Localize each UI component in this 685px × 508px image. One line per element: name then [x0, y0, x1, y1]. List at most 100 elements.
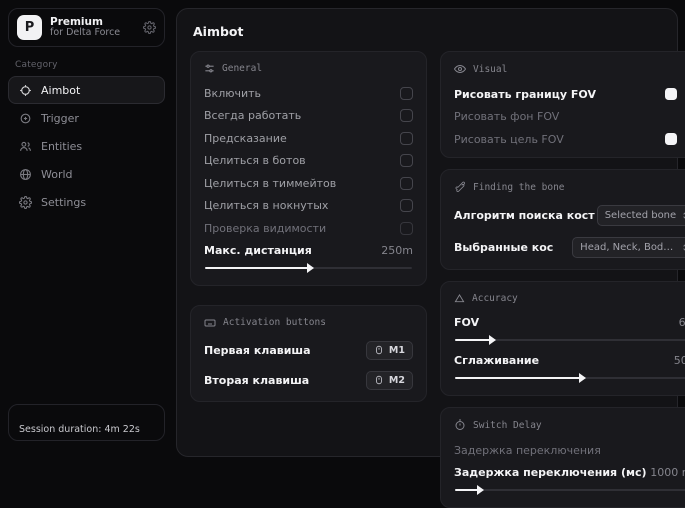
- first-key-button[interactable]: M1: [366, 341, 413, 360]
- slider-thumb[interactable]: [477, 485, 484, 495]
- option-row: Всегда работать: [204, 109, 413, 123]
- sidebar-item-label: Entities: [41, 140, 82, 153]
- slider-track: [455, 489, 685, 491]
- selected-bones-select[interactable]: Head, Neck, Body, Pe..: [572, 237, 685, 258]
- option-label: Целиться в тиммейтов: [204, 177, 336, 190]
- option-label: Рисовать цель FOV: [454, 133, 564, 146]
- slider-value: 1000 ms: [650, 466, 685, 479]
- category-label: Category: [15, 60, 165, 70]
- slider-label: FOV: [454, 316, 479, 329]
- settings-gear-icon[interactable]: [143, 21, 156, 34]
- target-teammates-checkbox[interactable]: [400, 177, 413, 190]
- slider-label-row: Макс. дистанция 250m: [204, 244, 413, 257]
- eye-icon: [454, 63, 466, 75]
- slider-fill: [455, 377, 581, 379]
- bone-algorithm-select[interactable]: Selected bone: [597, 205, 685, 226]
- general-card: General Включить Всегда работать Предска…: [190, 51, 427, 286]
- fov-slider[interactable]: [455, 336, 685, 344]
- mouse-icon: [374, 375, 384, 385]
- enable-checkbox[interactable]: [400, 87, 413, 100]
- sidebar-item-trigger[interactable]: Trigger: [8, 104, 165, 132]
- sidebar-item-label: Aimbot: [41, 84, 80, 97]
- dropdown-row: Алгоритм поиска кост Selected bone: [454, 205, 685, 226]
- keybind-label: Вторая клавиша: [204, 374, 309, 387]
- switch-delay-slider[interactable]: [455, 486, 685, 494]
- entities-icon: [19, 140, 32, 153]
- sidebar-item-aimbot[interactable]: Aimbot: [8, 76, 165, 104]
- slider-fill: [455, 489, 479, 491]
- slider-fill: [455, 339, 491, 341]
- sidebar-item-world[interactable]: World: [8, 160, 165, 188]
- card-header-label: Accuracy: [472, 293, 518, 304]
- dropdown-label: Алгоритм поиска кост: [454, 209, 595, 222]
- gear-icon: [19, 196, 32, 209]
- dropdown-row: Выбранные кос Head, Neck, Body, Pe..: [454, 237, 685, 258]
- session-box: Session duration: 4m 22s: [8, 404, 165, 441]
- slider-thumb[interactable]: [307, 263, 314, 273]
- switch-delay-card-header: Switch Delay: [454, 419, 685, 431]
- slider-label-row: FOV 60°: [454, 316, 685, 329]
- second-key-button[interactable]: M2: [366, 371, 413, 390]
- target-bots-checkbox[interactable]: [400, 154, 413, 167]
- keybind-label: Первая клавиша: [204, 344, 311, 357]
- option-label: Рисовать границу FOV: [454, 88, 596, 101]
- slider-thumb[interactable]: [579, 373, 586, 383]
- bone-icon: [454, 181, 466, 193]
- option-label: Рисовать фон FOV: [454, 110, 559, 123]
- fov-target-color-swatch[interactable]: [665, 133, 677, 145]
- option-row: Задержка переключения: [454, 443, 685, 457]
- card-header-label: Switch Delay: [473, 420, 542, 431]
- sidebar-item-label: Trigger: [41, 112, 79, 125]
- slider-label: Задержка переключения (мс): [454, 466, 647, 479]
- option-row: Предсказание: [204, 131, 413, 145]
- card-header-label: Visual: [473, 64, 507, 75]
- option-row: Рисовать фон FOV: [454, 110, 685, 124]
- key-label: M2: [389, 375, 405, 386]
- keybind-row: Первая клавиша M1: [204, 341, 413, 360]
- bone-card: Finding the bone Алгоритм поиска кост Se…: [440, 169, 685, 270]
- max-distance-slider[interactable]: [205, 264, 412, 272]
- dropdown-label: Выбранные кос: [454, 241, 570, 254]
- target-knocked-checkbox[interactable]: [400, 199, 413, 212]
- premium-subtitle: for Delta Force: [50, 28, 135, 39]
- keyboard-icon: [204, 317, 216, 329]
- card-header-label: Activation buttons: [223, 317, 326, 328]
- option-row: Включить: [204, 86, 413, 100]
- option-row: Проверка видимости: [204, 221, 413, 235]
- sidebar-item-settings[interactable]: Settings: [8, 188, 165, 216]
- slider-label-row: Задержка переключения (мс) 1000 ms: [454, 466, 685, 479]
- app-logo: P: [17, 15, 42, 40]
- visual-card-header: Visual: [454, 63, 685, 75]
- option-row: Рисовать цель FOV: [454, 132, 685, 146]
- option-row: Целиться в ботов: [204, 154, 413, 168]
- slider-label-row: Сглаживание 50%: [454, 354, 685, 367]
- main-panel: Aimbot General Включить Всегда работать: [176, 8, 678, 457]
- crosshair-icon: [19, 84, 32, 97]
- option-label: Включить: [204, 87, 261, 100]
- option-label: Всегда работать: [204, 109, 301, 122]
- smoothing-slider[interactable]: [455, 374, 685, 382]
- accuracy-card: Accuracy FOV 60° Сглаживание 50%: [440, 281, 685, 396]
- session-duration: Session duration: 4m 22s: [19, 424, 140, 435]
- always-work-checkbox[interactable]: [400, 109, 413, 122]
- stopwatch-icon: [454, 419, 466, 431]
- activation-card: Activation buttons Первая клавиша M1 Вто…: [190, 305, 427, 402]
- keybind-row: Вторая клавиша M2: [204, 371, 413, 390]
- dropdown-value: Head, Neck, Body, Pe..: [580, 242, 676, 253]
- prediction-checkbox[interactable]: [400, 132, 413, 145]
- sidebar-item-entities[interactable]: Entities: [8, 132, 165, 160]
- key-label: M1: [389, 345, 405, 356]
- option-label: Проверка видимости: [204, 222, 326, 235]
- triangle-icon: [454, 293, 465, 304]
- slider-fill: [205, 267, 309, 269]
- option-label: Задержка переключения: [454, 444, 601, 457]
- fov-border-color-swatch[interactable]: [665, 88, 677, 100]
- bone-card-header: Finding the bone: [454, 181, 685, 193]
- dropdown-value: Selected bone: [605, 210, 676, 221]
- chevron-up-down-icon: [681, 243, 685, 252]
- slider-thumb[interactable]: [489, 335, 496, 345]
- premium-box[interactable]: P Premium for Delta Force: [8, 8, 165, 47]
- visual-card: Visual Рисовать границу FOV Рисовать фон…: [440, 51, 685, 158]
- visibility-check-checkbox[interactable]: [400, 222, 413, 235]
- option-label: Целиться в нокнутых: [204, 199, 328, 212]
